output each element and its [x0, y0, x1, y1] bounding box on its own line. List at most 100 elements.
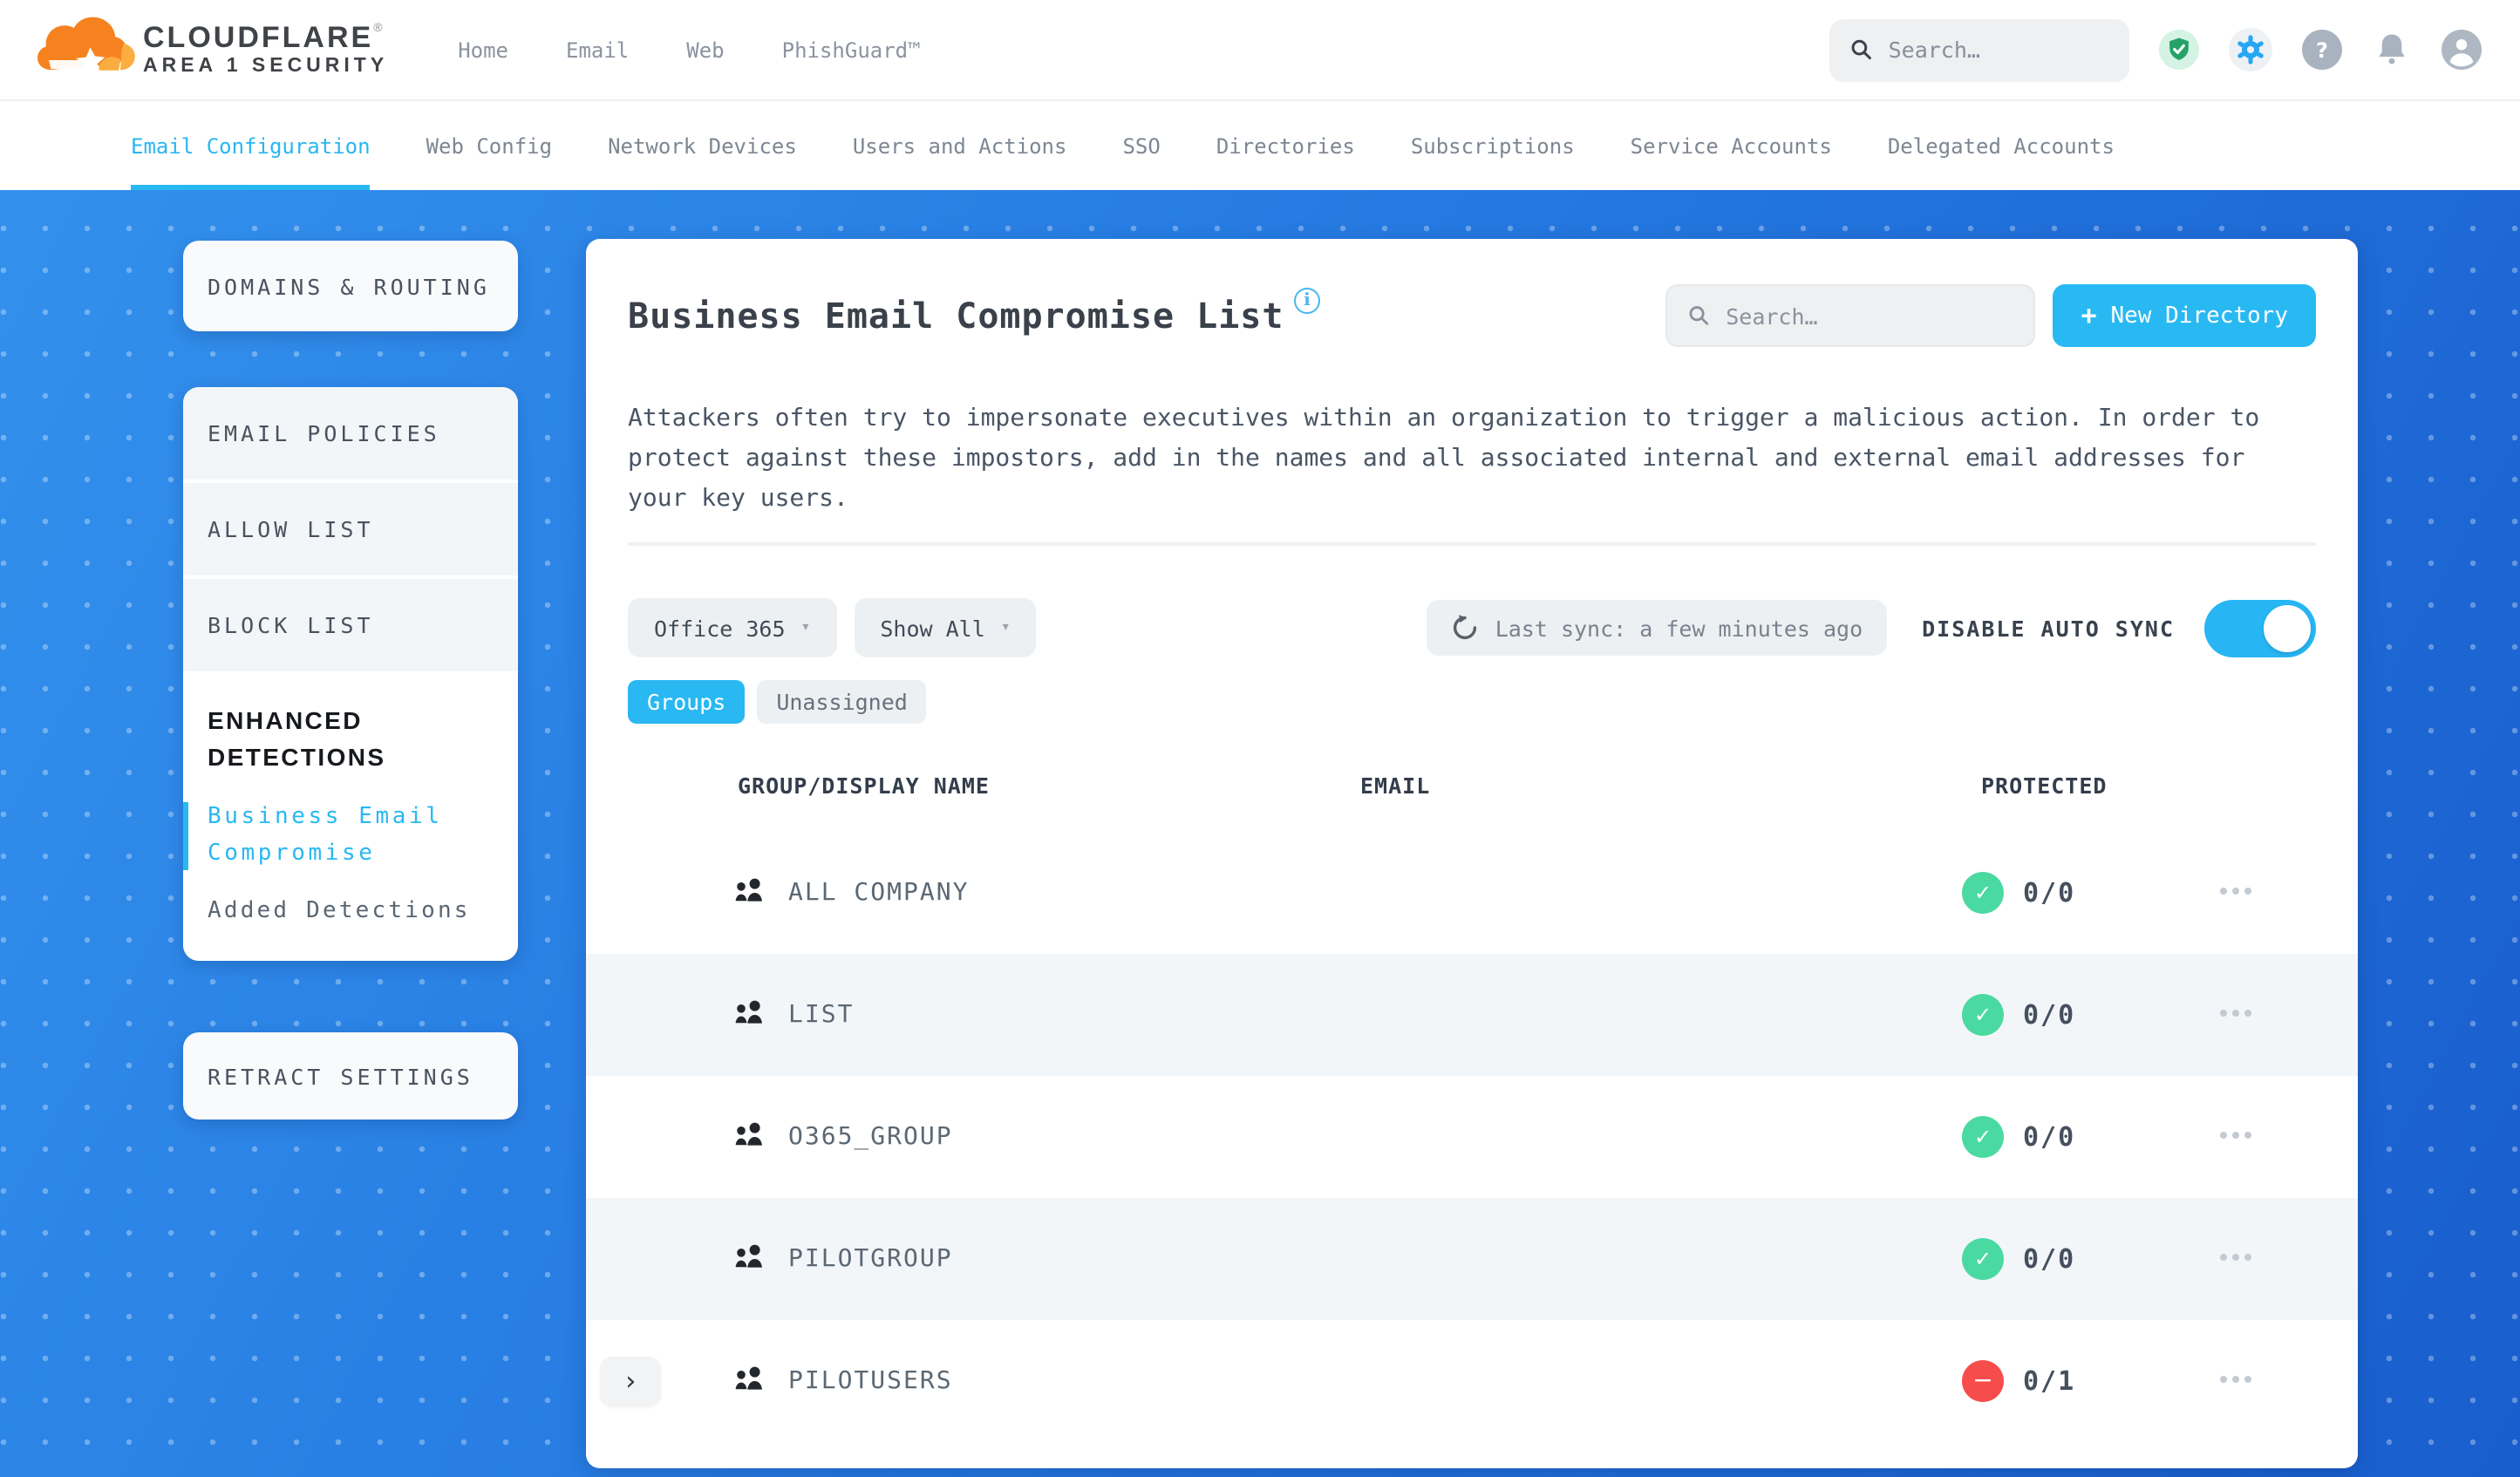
sidebar-item-block-list[interactable]: BLOCK LIST: [183, 579, 518, 675]
workspace: DOMAINS & ROUTING EMAIL POLICIES ALLOW L…: [0, 190, 2520, 1477]
sidebar-item-business-email-compromise[interactable]: Business Email Compromise: [183, 799, 494, 874]
groups-table: GROUP/DISPLAY NAME EMAIL PROTECTED › ALL…: [586, 755, 2358, 1442]
sidebar-item-added-detections[interactable]: Added Detections: [208, 893, 494, 930]
chevron-down-icon: ▾: [800, 619, 811, 636]
tab-web-config[interactable]: Web Config: [426, 101, 553, 190]
show-filter-select[interactable]: Show All ▾: [854, 598, 1037, 657]
list-search-input[interactable]: [1726, 303, 2013, 329]
tab-sso[interactable]: SSO: [1122, 101, 1160, 190]
group-name: O365_GROUP: [788, 1123, 953, 1151]
help-icon[interactable]: ?: [2302, 30, 2342, 70]
show-filter-value: Show All: [880, 615, 985, 641]
protected-status-badge: −: [1962, 1360, 2004, 1402]
row-menu-icon[interactable]: [2220, 1254, 2251, 1261]
sidebar-section-enhanced-detections: ENHANCED DETECTIONS Business Email Compr…: [183, 675, 518, 962]
top-nav: Home Email Web PhishGuard™: [458, 37, 920, 62]
protected-status-badge: ✓: [1962, 1116, 2004, 1158]
sidebar-link-label: Added Detections: [208, 897, 471, 924]
top-nav-email[interactable]: Email: [566, 37, 629, 62]
brand-subtitle: AREA 1 SECURITY: [143, 55, 389, 77]
card-header: Business Email Compromise Listi + New Di…: [586, 239, 2358, 347]
sidebar-label: DOMAINS & ROUTING: [208, 273, 490, 299]
auto-sync-toggle[interactable]: [2204, 599, 2316, 657]
table-row[interactable]: › ALL COMPANY ✓ 0/0: [586, 832, 2358, 954]
group-icon: [735, 1244, 762, 1268]
protected-status-badge: ✓: [1962, 994, 2004, 1036]
directory-select[interactable]: Office 365 ▾: [628, 598, 837, 657]
cloudflare-logo[interactable]: CLOUDFLARE® AREA 1 SECURITY: [35, 15, 388, 85]
sidebar-label: EMAIL POLICIES: [208, 420, 440, 446]
expand-row-button[interactable]: ›: [600, 1357, 661, 1406]
active-indicator-bar: [183, 802, 188, 870]
info-icon[interactable]: i: [1294, 288, 1321, 314]
sidebar-item-retract-settings[interactable]: RETRACT SETTINGS: [183, 1032, 518, 1120]
sidebar-policies-card: EMAIL POLICIES ALLOW LIST BLOCK LIST ENH…: [183, 387, 518, 962]
tab-users-and-actions[interactable]: Users and Actions: [853, 101, 1067, 190]
bec-list-card: Business Email Compromise Listi + New Di…: [586, 239, 2358, 1468]
search-icon: [1851, 39, 1871, 60]
new-directory-button[interactable]: + New Directory: [2053, 284, 2316, 347]
global-search[interactable]: [1829, 18, 2129, 81]
sidebar-label: BLOCK LIST: [208, 612, 374, 638]
top-header: CLOUDFLARE® AREA 1 SECURITY Home Email W…: [0, 0, 2520, 99]
gear-icon[interactable]: [2229, 28, 2272, 71]
table-row[interactable]: › O365_GROUP ✓ 0/0: [586, 1076, 2358, 1198]
group-name: PILOTGROUP: [788, 1245, 953, 1273]
protected-count: 0/0: [2023, 1121, 2076, 1153]
group-name: LIST: [788, 1001, 855, 1029]
sidebar-label: RETRACT SETTINGS: [208, 1063, 473, 1089]
protected-count: 0/0: [2023, 999, 2076, 1031]
auto-sync-label: DISABLE AUTO SYNC: [1922, 615, 2175, 641]
shield-check-icon[interactable]: [2159, 30, 2199, 70]
brand-name: CLOUDFLARE: [143, 21, 374, 55]
table-row[interactable]: › LIST ✓ 0/0: [586, 954, 2358, 1076]
row-menu-icon[interactable]: [2220, 888, 2251, 895]
group-icon: [735, 878, 762, 902]
table-row[interactable]: › PILOTGROUP ✓ 0/0: [586, 1198, 2358, 1320]
protected-status-badge: ✓: [1962, 872, 2004, 914]
bell-icon[interactable]: [2372, 30, 2412, 70]
group-icon: [735, 1366, 762, 1390]
last-sync-status[interactable]: Last sync: a few minutes ago: [1427, 600, 1888, 656]
protected-count: 0/0: [2023, 877, 2076, 909]
global-search-input[interactable]: [1888, 37, 2108, 63]
tab-network-devices[interactable]: Network Devices: [608, 101, 797, 190]
last-sync-text: Last sync: a few minutes ago: [1495, 615, 1863, 641]
divider: [628, 542, 2316, 546]
row-menu-icon[interactable]: [2220, 1132, 2251, 1139]
tab-groups[interactable]: Groups: [628, 680, 746, 724]
sidebar-item-allow-list[interactable]: ALLOW LIST: [183, 483, 518, 579]
top-nav-web[interactable]: Web: [686, 37, 724, 62]
group-name: ALL COMPANY: [788, 879, 970, 907]
sidebar-label: ALLOW LIST: [208, 516, 374, 542]
table-row[interactable]: › PILOTUSERS − 0/1: [586, 1320, 2358, 1442]
tab-service-accounts[interactable]: Service Accounts: [1631, 101, 1832, 190]
sidebar-item-email-policies[interactable]: EMAIL POLICIES: [183, 387, 518, 483]
page-title: Business Email Compromise List i: [628, 288, 1321, 337]
description-text: Attackers often try to impersonate execu…: [628, 405, 2260, 513]
column-group-display-name: GROUP/DISPLAY NAME: [738, 773, 990, 799]
tab-subscriptions[interactable]: Subscriptions: [1411, 101, 1575, 190]
top-nav-phishguard[interactable]: PhishGuard™: [782, 37, 921, 62]
protected-status-badge: ✓: [1962, 1238, 2004, 1280]
account-icon[interactable]: [2442, 30, 2482, 70]
sidebar-item-domains-routing[interactable]: DOMAINS & ROUTING: [183, 241, 518, 331]
section-tabs: Email Configuration Web Config Network D…: [0, 99, 2520, 190]
group-icon: [735, 1000, 762, 1024]
list-search[interactable]: [1665, 284, 2036, 347]
row-menu-icon[interactable]: [2220, 1376, 2251, 1383]
top-nav-home[interactable]: Home: [458, 37, 508, 62]
new-directory-label: New Directory: [2110, 303, 2289, 329]
tab-delegated-accounts[interactable]: Delegated Accounts: [1888, 101, 2115, 190]
group-name: PILOTUSERS: [788, 1367, 953, 1395]
brand-text: CLOUDFLARE® AREA 1 SECURITY: [143, 21, 389, 77]
tab-directories[interactable]: Directories: [1216, 101, 1355, 190]
row-menu-icon[interactable]: [2220, 1010, 2251, 1017]
tab-email-configuration[interactable]: Email Configuration: [131, 101, 371, 190]
tab-unassigned[interactable]: Unassigned: [757, 680, 927, 724]
sidebar-link-label: Business Email Compromise: [208, 804, 443, 868]
top-right-controls: ?: [1829, 18, 2482, 81]
brand-registered-mark: ®: [373, 23, 383, 36]
enhanced-detections-title[interactable]: ENHANCED DETECTIONS: [208, 703, 417, 776]
chevron-down-icon: ▾: [1000, 619, 1011, 636]
